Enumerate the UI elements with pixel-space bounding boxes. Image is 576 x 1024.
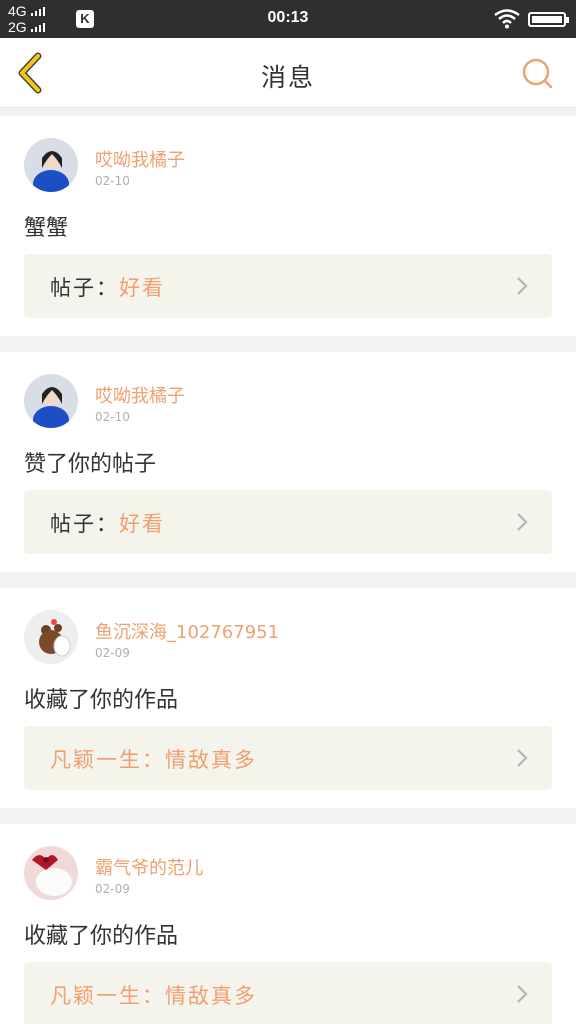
referenced-work-label: 凡颖一生：情敌真多 [50,744,257,774]
referenced-post-label: 帖子：好看 [50,272,165,302]
avatar[interactable] [24,846,78,900]
username[interactable]: 霸气爷的范儿 [95,854,203,880]
referenced-work[interactable]: 凡颖一生：情敌真多 [24,726,552,790]
message-text: 收藏了你的作品 [24,688,179,713]
avatar[interactable] [24,138,78,192]
message-date: 02-09 [95,646,130,660]
message-card: 霸气爷的范儿 02-09 收藏了你的作品 凡颖一生：情敌真多 [0,824,576,1024]
avatar[interactable] [24,610,78,664]
username[interactable]: 哎呦我橘子 [95,146,185,172]
message-date: 02-10 [95,174,130,188]
message-card: 哎呦我橘子 02-10 蟹蟹 帖子：好看 [0,116,576,336]
battery-icon [528,12,569,27]
referenced-work-label: 凡颖一生：情敌真多 [50,980,257,1010]
status-bar: 4G 2G K 00:13 [0,0,576,38]
page-title: 消息 [260,63,315,92]
search-icon[interactable] [520,56,554,90]
message-card: 哎呦我橘子 02-10 赞了你的帖子 帖子：好看 [0,352,576,572]
top-nav-bar: 消息 [0,38,576,108]
chevron-right-icon [517,513,528,531]
work-title: 凡颖一生：情敌真多 [50,984,257,1008]
post-title: 好看 [119,276,165,300]
message-text: 收藏了你的作品 [24,924,179,949]
chevron-right-icon [517,985,528,1003]
message-date: 02-09 [95,882,130,896]
message-date: 02-10 [95,410,130,424]
post-prefix: 帖子： [50,276,119,300]
post-prefix: 帖子： [50,512,119,536]
status-time: 00:13 [267,9,309,26]
referenced-post[interactable]: 帖子：好看 [24,490,552,554]
message-card: 鱼沉深海_102767951 02-09 收藏了你的作品 凡颖一生：情敌真多 [0,588,576,808]
chevron-right-icon [517,277,528,295]
post-title: 好看 [119,512,165,536]
wifi-icon [494,9,520,29]
work-title: 凡颖一生：情敌真多 [50,748,257,772]
avatar[interactable] [24,374,78,428]
username[interactable]: 鱼沉深海_102767951 [95,618,279,644]
username[interactable]: 哎呦我橘子 [95,382,185,408]
message-text: 蟹蟹 [24,216,69,241]
referenced-post[interactable]: 帖子：好看 [24,254,552,318]
chevron-right-icon [517,749,528,767]
referenced-post-label: 帖子：好看 [50,508,165,538]
message-text: 赞了你的帖子 [24,452,157,477]
referenced-work[interactable]: 凡颖一生：情敌真多 [24,962,552,1024]
